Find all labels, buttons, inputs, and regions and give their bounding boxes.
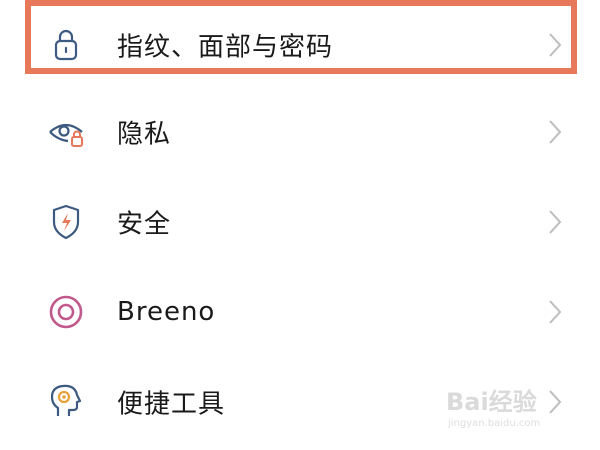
settings-item-label: 安全 (117, 209, 172, 240)
lock-icon (44, 23, 88, 67)
breeno-icon (44, 290, 88, 334)
chevron-right-icon (546, 298, 564, 326)
settings-item-privacy[interactable]: 隐私 (0, 87, 600, 177)
settings-item-label: 便捷工具 (117, 389, 226, 420)
privacy-eye-icon (44, 110, 88, 154)
convenience-tools-icon (44, 380, 88, 424)
settings-item-label: 指纹、面部与密码 (117, 32, 334, 63)
chevron-right-icon (546, 118, 564, 146)
watermark-url-text: jingyan.baidu.com (448, 418, 541, 429)
chevron-right-icon (546, 208, 564, 236)
chevron-right-icon (546, 31, 564, 59)
settings-item-label: 隐私 (117, 119, 172, 150)
settings-item-fingerprint-face-password[interactable]: 指纹、面部与密码 (0, 0, 600, 90)
watermark-logo-text: Bai经验 (446, 388, 537, 416)
settings-item-security[interactable]: 安全 (0, 177, 600, 267)
baidu-jingyan-watermark: Bai经验 jingyan.baidu.com (446, 382, 576, 440)
settings-item-label: Breeno (117, 297, 216, 327)
security-shield-icon (44, 200, 88, 244)
settings-list: 指纹、面部与密码 隐私 安全 Breeno 便捷工具 Bai经验 jingyan… (0, 0, 600, 450)
settings-item-breeno[interactable]: Breeno (0, 267, 600, 357)
